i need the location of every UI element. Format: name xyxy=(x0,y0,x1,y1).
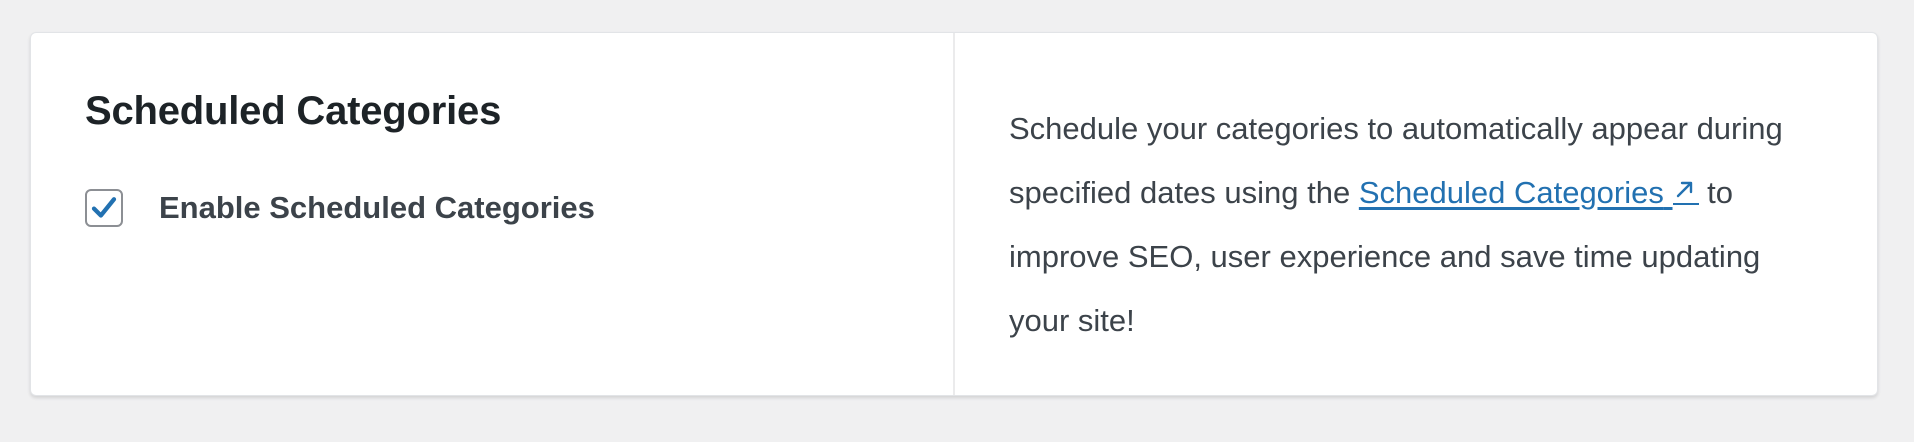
link-text: Scheduled Categories xyxy=(1358,175,1664,210)
description-text: Schedule your categories to automaticall… xyxy=(1009,97,1817,353)
scheduled-categories-link[interactable]: Scheduled Categories xyxy=(1359,175,1699,210)
section-title: Scheduled Categories xyxy=(85,89,502,133)
enable-scheduled-categories-row[interactable]: Enable Scheduled Categories xyxy=(85,189,953,227)
checkbox-label: Enable Scheduled Categories xyxy=(159,190,595,225)
external-link-arrow-icon xyxy=(1672,177,1699,205)
settings-panel: Scheduled Categories Enable Scheduled Ca… xyxy=(31,33,955,395)
checkmark-icon xyxy=(91,197,117,218)
settings-card: Scheduled Categories Enable Scheduled Ca… xyxy=(30,32,1878,396)
description-panel: Schedule your categories to automaticall… xyxy=(955,33,1877,395)
enable-scheduled-categories-checkbox[interactable] xyxy=(85,189,123,227)
